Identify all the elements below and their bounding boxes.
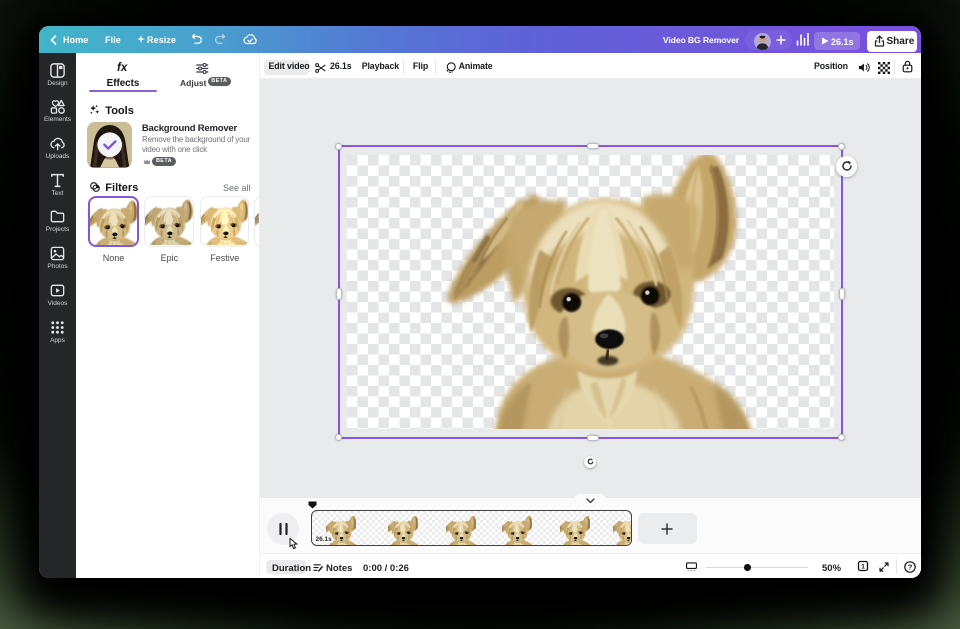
svg-text:?: ? xyxy=(907,562,912,571)
svg-text:1: 1 xyxy=(861,563,865,570)
